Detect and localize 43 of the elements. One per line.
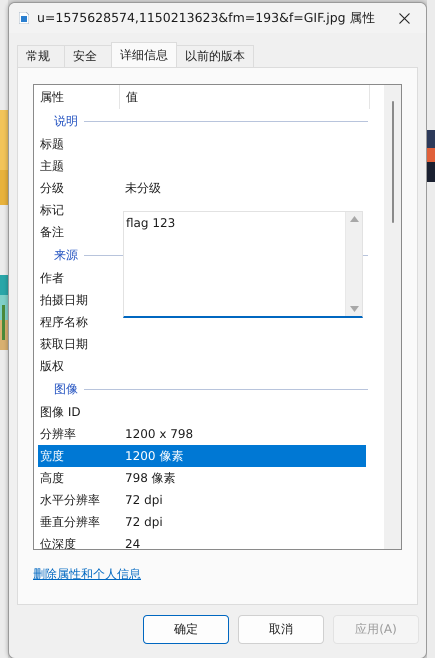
property-name: 拍摄日期 [39, 292, 89, 308]
property-name: 备注 [39, 224, 65, 240]
property-name: 版权 [39, 358, 65, 374]
property-name: 高度 [39, 470, 65, 486]
group-title: 说明 [53, 112, 79, 130]
column-header[interactable]: 值 [120, 85, 370, 109]
property-name: 分辨率 [39, 426, 77, 442]
property-name: 作者 [39, 270, 65, 286]
remove-properties-link[interactable]: 删除属性和个人信息 [33, 566, 141, 583]
group-title: 来源 [53, 246, 79, 264]
property-name: 程序名称 [39, 314, 89, 330]
tab[interactable]: 常规 [17, 45, 65, 67]
property-value: 72 dpi [125, 493, 163, 507]
property-name: 水平分辨率 [39, 492, 101, 508]
property-name: 主题 [39, 158, 65, 174]
selected-row[interactable]: 宽度 1200 像素 [38, 445, 366, 467]
property-name: 标记 [39, 202, 65, 218]
text-field[interactable]: flag 123 [123, 211, 363, 318]
tab[interactable]: 详细信息 [111, 42, 177, 67]
property-name: 位深度 [39, 536, 77, 549]
image-file-icon [19, 12, 29, 24]
property-name: 分级 [39, 180, 65, 196]
group-title: 图像 [53, 380, 79, 398]
dialog-button[interactable]: 确定 [143, 615, 229, 644]
property-name: 垂直分辨率 [39, 514, 101, 530]
scroll-up-icon [350, 216, 358, 222]
property-value: 1200 x 798 [125, 427, 194, 441]
property-value: 798 像素 [125, 470, 176, 486]
property-name: 标题 [39, 136, 65, 152]
property-name: 宽度 [39, 448, 65, 464]
property-name: 获取日期 [39, 336, 89, 352]
property-value: 未分级 [125, 180, 161, 196]
dialog-button[interactable]: 取消 [238, 615, 324, 644]
window-title: u=1575628574,1150213623&fm=193&f=GIF.jpg 属性 [37, 10, 377, 26]
scrollbar[interactable] [384, 85, 401, 549]
scroll-down-icon [350, 306, 358, 312]
close-icon [398, 12, 410, 24]
column-header[interactable]: 属性 [38, 85, 120, 109]
property-value: 1200 像素 [125, 448, 184, 464]
property-value: 72 dpi [125, 515, 163, 529]
tab[interactable]: 以前的版本 [176, 45, 254, 67]
property-value: 24 [125, 537, 140, 549]
property-name: 图像 ID [39, 404, 82, 420]
